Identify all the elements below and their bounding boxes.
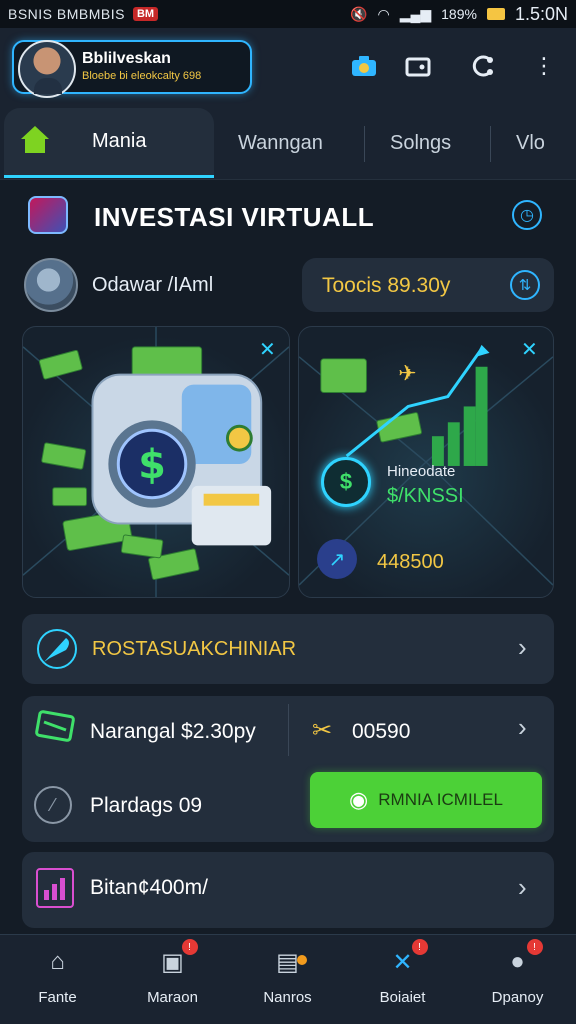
promo-label: ROSTASUAKCHINIAR bbox=[92, 638, 297, 660]
exchange-icon: ✂ bbox=[312, 717, 333, 744]
close-icon[interactable]: ✕ bbox=[521, 337, 538, 362]
notification-dot bbox=[296, 955, 307, 965]
refresh-icon[interactable] bbox=[466, 50, 498, 82]
nav-dpanoy[interactable]: ●! Dpanoy bbox=[460, 939, 575, 1006]
money-machine-panel[interactable]: $ ✕ bbox=[22, 326, 290, 598]
tab-bar: Mania Wanngan Solngs Vlo bbox=[0, 108, 576, 180]
tab-divider bbox=[490, 126, 491, 162]
avatar[interactable] bbox=[18, 40, 76, 98]
nav-label: Dpanoy bbox=[491, 989, 544, 1006]
nav-label: Fante bbox=[38, 989, 77, 1006]
chevron-right-icon[interactable]: › bbox=[518, 632, 527, 663]
stat-value: $/KNSSI bbox=[387, 485, 464, 507]
status-bar: BSNIS BMBMBIS BM 🔇 ◠ ▂▄▆ 189% 1.5:0N bbox=[0, 0, 576, 28]
camera-icon: ▣! bbox=[156, 939, 198, 979]
chevron-right-icon[interactable]: › bbox=[518, 872, 527, 903]
account-value-pill[interactable]: Toocis 89.30y ⇅ bbox=[302, 258, 554, 312]
nav-maraon[interactable]: ▣! Maraon bbox=[115, 939, 230, 1006]
divider bbox=[288, 704, 289, 756]
money-machine-illustration: $ bbox=[23, 327, 289, 597]
notification-dot: ! bbox=[181, 939, 198, 955]
home-icon bbox=[18, 123, 52, 161]
camera-icon[interactable] bbox=[348, 50, 380, 82]
promo-row[interactable]: ROSTASUAKCHINIAR › bbox=[22, 614, 554, 684]
claim-button-label: RMNIA ICMILEL bbox=[378, 790, 503, 809]
more-icon[interactable]: ⋮ bbox=[528, 50, 560, 82]
tab-solngs[interactable]: Solngs bbox=[390, 108, 451, 178]
nav-nanros[interactable]: ▤ Nanros bbox=[230, 945, 345, 1007]
tools-icon: ✕! bbox=[386, 939, 428, 979]
nav-boiaiet[interactable]: ✕! Boiaiet bbox=[345, 939, 460, 1006]
signal-icon: ◉ bbox=[349, 787, 369, 812]
account-value: Toocis 89.30y bbox=[322, 274, 451, 297]
nav-label: Boiaiet bbox=[379, 989, 426, 1006]
mute-icon: 🔇 bbox=[350, 5, 368, 22]
tab-wanngan[interactable]: Wanngan bbox=[238, 108, 323, 178]
coin-icon: $ bbox=[321, 457, 371, 507]
transfer-icon[interactable]: ⇅ bbox=[510, 270, 540, 300]
stat-label: Hineodate bbox=[387, 463, 456, 480]
clock-time: 1.5:0N bbox=[514, 3, 568, 24]
stat-amount: 448500 bbox=[377, 551, 444, 573]
balance-side-value: 00590 bbox=[352, 720, 411, 743]
notification-dot: ! bbox=[411, 939, 428, 955]
battery-icon bbox=[486, 8, 505, 20]
tab-vlo[interactable]: Vlo bbox=[516, 108, 545, 178]
nav-home[interactable]: ⌂ Fante bbox=[0, 945, 115, 1006]
bonus-label: Bitan¢400m/ bbox=[90, 876, 208, 899]
page-title: INVESTASI VIRTUALL bbox=[94, 202, 375, 232]
document-icon: ▤ bbox=[271, 945, 307, 979]
account-avatar[interactable] bbox=[24, 258, 78, 312]
nav-label: Maraon bbox=[147, 989, 198, 1006]
profile-subtitle: Bloebe bi eleokcalty 698 bbox=[82, 70, 202, 82]
tab-divider bbox=[364, 126, 365, 162]
chart-icon bbox=[36, 868, 74, 908]
profile-name: Bblilveskan bbox=[82, 50, 171, 67]
tab-label: Mania bbox=[92, 130, 147, 152]
claim-button[interactable]: ◉ RMNIA ICMILEL bbox=[310, 772, 542, 828]
tab-mania[interactable]: Mania bbox=[4, 108, 214, 178]
pending-icon: ⁄ bbox=[34, 786, 72, 824]
tab-label: Solngs bbox=[390, 131, 452, 154]
wallet-icon[interactable] bbox=[402, 50, 434, 82]
close-icon[interactable]: ✕ bbox=[259, 337, 276, 362]
investment-icon bbox=[28, 196, 68, 234]
account-name: Odawar /IAml bbox=[92, 274, 214, 296]
signal-icon: ▂▄▆ bbox=[399, 5, 432, 22]
cash-icon bbox=[34, 708, 76, 751]
chevron-right-icon[interactable]: › bbox=[518, 712, 527, 743]
growth-panel[interactable]: ✈ ✕ $ Hineodate $/KNSSI ↗ 448500 bbox=[298, 326, 554, 598]
app-header: Bblilveskan Bloebe bi eleokcalty 698 ⋮ bbox=[0, 28, 576, 108]
carrier-name: BSNIS BMBMBIS bbox=[8, 6, 125, 22]
bottom-nav: ⌂ Fante ▣! Maraon ▤ Nanros ✕! Boiaiet ●!… bbox=[0, 934, 576, 1024]
feather-icon bbox=[36, 628, 78, 675]
trend-icon: ↗ bbox=[317, 539, 357, 579]
notification-dot: ! bbox=[526, 939, 543, 955]
tab-label: Wanngan bbox=[238, 131, 323, 154]
profile-card[interactable]: Bblilveskan Bloebe bi eleokcalty 698 bbox=[12, 40, 252, 98]
svg-text:$: $ bbox=[138, 442, 166, 488]
battery-level: 189% bbox=[441, 6, 477, 22]
history-icon[interactable]: ◷ bbox=[512, 200, 542, 230]
nav-label: Nanros bbox=[263, 989, 312, 1006]
user-icon: ●! bbox=[501, 939, 543, 979]
wifi-icon: ◠ bbox=[377, 5, 390, 22]
balance-label: Narangal $2.30py bbox=[90, 720, 256, 743]
carrier-badge: BM bbox=[132, 7, 159, 21]
svg-text:✈: ✈ bbox=[398, 362, 416, 387]
tab-label: Vlo bbox=[516, 131, 545, 154]
home-icon: ⌂ bbox=[50, 948, 65, 975]
bonus-row[interactable]: Bitan¢400m/ › bbox=[22, 852, 554, 928]
pending-label: Plardags 09 bbox=[90, 794, 203, 817]
